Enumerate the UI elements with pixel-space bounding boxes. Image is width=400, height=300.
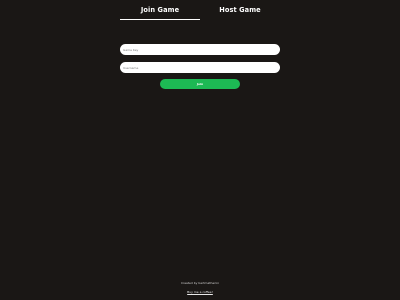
game-key-input[interactable] — [120, 44, 280, 55]
game-mode-tabs: Join Game Host Game — [120, 0, 280, 20]
tab-host-game[interactable]: Host Game — [200, 5, 280, 20]
buy-me-a-coffee-link[interactable]: Buy me a coffee! — [187, 289, 213, 295]
tab-join-game[interactable]: Join Game — [120, 5, 200, 20]
footer: Created by bartmatherini Buy me a coffee… — [0, 280, 400, 295]
footer-credit: Created by bartmatherini — [180, 281, 220, 285]
join-button[interactable]: Join — [160, 79, 240, 89]
username-input[interactable] — [120, 62, 280, 73]
